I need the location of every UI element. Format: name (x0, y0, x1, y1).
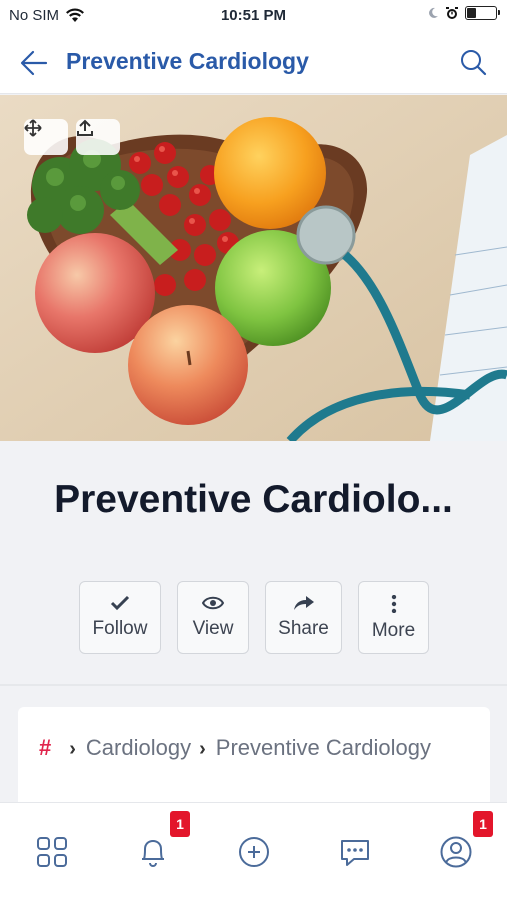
move-arrows-icon (24, 119, 42, 137)
tab-create[interactable] (237, 835, 271, 869)
plus-circle-icon (239, 837, 269, 867)
status-bar: No SIM 10:51 PM (0, 0, 507, 32)
view-label: View (192, 618, 234, 639)
grid-icon (37, 837, 67, 867)
check-icon (110, 595, 130, 611)
chevron-right-icon: › (199, 738, 206, 760)
vertical-dots-icon (391, 595, 396, 613)
chevron-right-icon: › (69, 738, 76, 760)
move-button[interactable] (24, 119, 68, 155)
breadcrumb-item-preventive-cardiology[interactable]: Preventive Cardiology (216, 735, 431, 760)
tab-messages[interactable] (338, 835, 372, 869)
chat-bubble-icon (341, 840, 369, 866)
page-title: Preventive Cardiolo... (54, 478, 453, 521)
search-icon[interactable] (459, 48, 487, 76)
profile-badge: 1 (473, 811, 493, 837)
breadcrumb: # › Cardiology › Preventive Cardiology (18, 707, 490, 807)
header-title: Preventive Cardiology (66, 48, 309, 74)
more-button[interactable]: More (358, 581, 429, 654)
notifications-badge: 1 (170, 811, 190, 837)
tab-apps[interactable] (35, 835, 69, 869)
share-label: Share (278, 618, 329, 639)
share-arrow-icon (293, 596, 314, 610)
tab-profile[interactable]: 1 (439, 811, 493, 869)
bell-icon (142, 840, 164, 867)
app-header: Preventive Cardiology (0, 32, 507, 94)
tab-notifications[interactable]: 1 (136, 811, 190, 869)
cover-image (0, 95, 507, 441)
breadcrumb-item-cardiology[interactable]: Cardiology (86, 735, 191, 760)
bottom-tab-bar: 1 1 (0, 802, 507, 900)
upload-button[interactable] (76, 119, 120, 155)
section-divider (0, 684, 507, 686)
moon-icon (429, 7, 438, 18)
alarm-icon (446, 7, 458, 19)
battery-icon (465, 6, 500, 20)
upload-icon (77, 119, 93, 136)
arrow-left-icon[interactable] (20, 50, 48, 76)
view-button[interactable]: View (177, 581, 249, 654)
follow-button[interactable]: Follow (79, 581, 161, 654)
user-circle-icon (440, 836, 472, 868)
more-label: More (371, 620, 416, 641)
hashtag-icon[interactable]: # (39, 735, 51, 760)
eye-icon (202, 596, 224, 610)
follow-label: Follow (92, 618, 148, 639)
share-button[interactable]: Share (265, 581, 342, 654)
